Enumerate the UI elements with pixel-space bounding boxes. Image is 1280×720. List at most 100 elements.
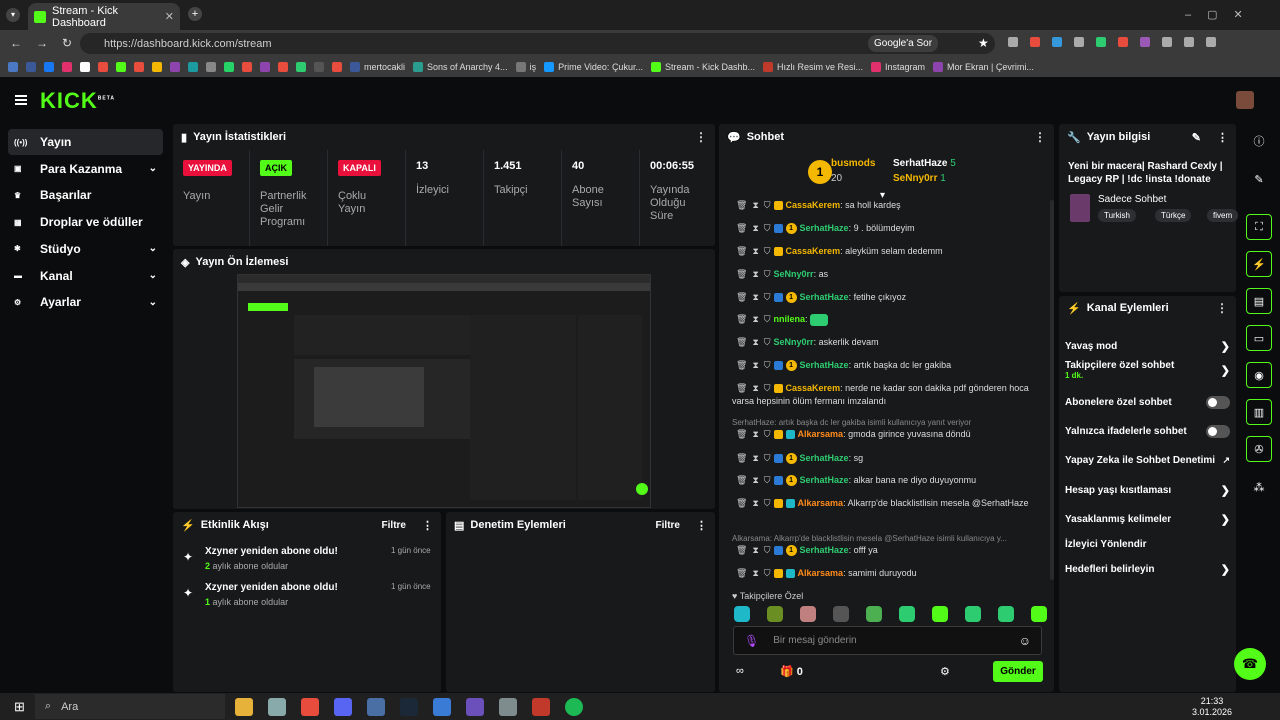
bookmark-icon[interactable] bbox=[278, 62, 288, 72]
delete-icon[interactable]: 🗑 bbox=[736, 200, 747, 210]
chat-username[interactable]: SeNny0rr bbox=[774, 337, 814, 347]
bookmark-icon[interactable] bbox=[332, 62, 342, 72]
emote-icon[interactable] bbox=[965, 606, 981, 622]
chevron-down-icon[interactable]: ⌄ bbox=[149, 163, 157, 174]
timeout-icon[interactable]: ⧗ bbox=[752, 498, 758, 508]
gift-count[interactable]: 🎁 0 bbox=[780, 665, 803, 678]
sidebar-item-3[interactable]: ▦ Droplar ve ödüller bbox=[8, 209, 163, 235]
chat-username[interactable]: SerhatHaze bbox=[800, 475, 849, 485]
chat-message[interactable]: 🗑 ⧗ ⛉ 1 SerhatHaze: alkar bana ne diyo duyuy… bbox=[732, 474, 1052, 487]
bookmark-icon[interactable] bbox=[80, 62, 90, 72]
timeout-icon[interactable]: ⧗ bbox=[752, 223, 758, 233]
moderation-more-icon[interactable]: ⋮ bbox=[696, 519, 707, 532]
broadcast-icon[interactable]: ◉ bbox=[1246, 362, 1272, 388]
bookmark-item[interactable]: Stream - Kick Dashb... bbox=[650, 62, 755, 72]
channel-action-row[interactable]: Hedefleri belirleyin ❯ bbox=[1065, 559, 1230, 579]
chat-username[interactable]: SerhatHaze bbox=[800, 360, 849, 370]
delete-icon[interactable]: 🗑 bbox=[736, 223, 747, 233]
taskbar-apps[interactable] bbox=[234, 697, 583, 716]
bookmark-icon[interactable] bbox=[314, 62, 324, 72]
timeout-icon[interactable]: ⧗ bbox=[752, 292, 758, 302]
chat-message[interactable]: 🗑 ⧗ ⛉ 1 SerhatHaze: sg bbox=[732, 452, 1052, 465]
emoji-icon[interactable]: ☺ bbox=[1019, 634, 1031, 648]
delete-icon[interactable]: 🗑 bbox=[736, 498, 747, 508]
timeout-icon[interactable]: ⧗ bbox=[752, 337, 758, 347]
menu-icon[interactable] bbox=[15, 95, 27, 105]
bookmark-item[interactable]: Instagram bbox=[871, 62, 925, 72]
info-icon[interactable]: ⓘ bbox=[1246, 128, 1272, 154]
info-more-icon[interactable]: ⋮ bbox=[1217, 131, 1228, 144]
chevron-right-icon[interactable]: ❯ bbox=[1221, 364, 1230, 377]
chat-username[interactable]: SeNny0rr bbox=[774, 269, 814, 279]
emote-icon[interactable] bbox=[767, 606, 783, 622]
sidebar-item-4[interactable]: ✱ Stüdyo ⌄ bbox=[8, 236, 163, 262]
ban-icon[interactable]: ⛉ bbox=[764, 475, 771, 485]
actions-more-icon[interactable]: ⋮ bbox=[1216, 301, 1228, 315]
timeout-icon[interactable]: ⧗ bbox=[752, 200, 758, 210]
chat-username[interactable]: Alkarsama bbox=[798, 429, 844, 439]
channel-action-row[interactable]: Abonelere özel sohbet bbox=[1065, 392, 1230, 412]
timeout-icon[interactable]: ⧗ bbox=[752, 453, 758, 463]
delete-icon[interactable]: 🗑 bbox=[736, 453, 747, 463]
document-icon[interactable]: ▤ bbox=[1246, 288, 1272, 314]
ban-icon[interactable]: ⛉ bbox=[764, 314, 771, 324]
chat-input[interactable]: 🎙 Bir mesaj gönderin ☺ bbox=[733, 626, 1042, 655]
send-button[interactable]: Gönder bbox=[993, 661, 1043, 682]
pencil-icon[interactable]: ✎ bbox=[1246, 166, 1272, 192]
emote-icon[interactable] bbox=[800, 606, 816, 622]
bookmark-icon[interactable] bbox=[188, 62, 198, 72]
chat-bubble-icon[interactable]: ▭ bbox=[1246, 325, 1272, 351]
ban-icon[interactable]: ⛉ bbox=[764, 337, 771, 347]
sidebar-item-0[interactable]: ((•)) Yayın bbox=[8, 129, 163, 155]
chat-more-icon[interactable]: ⋮ bbox=[1034, 130, 1046, 144]
mic-icon[interactable]: 🎙 bbox=[744, 634, 759, 648]
taskbar-search[interactable]: ⌕ Ara bbox=[34, 694, 225, 719]
stream-tag[interactable]: Turkish bbox=[1098, 209, 1136, 222]
chat-username[interactable]: SerhatHaze bbox=[800, 223, 849, 233]
extension-icons[interactable] bbox=[1008, 37, 1248, 49]
bookmark-star-icon[interactable]: ★ bbox=[978, 36, 989, 50]
chevron-right-icon[interactable]: ❯ bbox=[1221, 340, 1230, 353]
activity-more-icon[interactable]: ⋮ bbox=[422, 519, 433, 532]
channel-action-row[interactable]: İzleyici Yönlendir bbox=[1065, 534, 1230, 554]
kick-logo[interactable]: KICKBETA bbox=[40, 88, 115, 114]
timeout-icon[interactable]: ⧗ bbox=[752, 383, 758, 393]
tab-search-icon[interactable]: ▾ bbox=[6, 8, 20, 22]
delete-icon[interactable]: 🗑 bbox=[736, 429, 747, 439]
sidebar-item-5[interactable]: ▬ Kanal ⌄ bbox=[8, 263, 163, 289]
sidebar-item-1[interactable]: ▣ Para Kazanma ⌄ bbox=[8, 156, 163, 182]
timeout-icon[interactable]: ⧗ bbox=[752, 246, 758, 256]
emote-icon[interactable] bbox=[932, 606, 948, 622]
chevron-right-icon[interactable]: ❯ bbox=[1221, 513, 1230, 526]
chat-username[interactable]: CassaKerem bbox=[786, 200, 841, 210]
sidebar-item-6[interactable]: ⚙ Ayarlar ⌄ bbox=[8, 289, 163, 315]
bookmark-icon[interactable] bbox=[152, 62, 162, 72]
users-icon[interactable]: ⁂ bbox=[1246, 474, 1272, 500]
ban-icon[interactable]: ⛉ bbox=[764, 568, 771, 578]
chevron-down-icon[interactable]: ⌄ bbox=[149, 243, 157, 254]
chat-message[interactable]: 🗑 ⧗ ⛉ CassaKerem: sa holl kardeş bbox=[732, 199, 1052, 212]
top-user-1[interactable]: busmods bbox=[831, 158, 875, 169]
emote-icon[interactable] bbox=[734, 606, 750, 622]
chat-message[interactable]: 🗑 ⧗ ⛉ SeNny0rr: as bbox=[732, 268, 1052, 281]
channel-action-row[interactable]: Yavaş mod ❯ bbox=[1065, 336, 1230, 356]
chat-message[interactable]: 🗑 ⧗ ⛉ 1 SerhatHaze: offf ya bbox=[732, 544, 1052, 557]
bookmark-item[interactable]: iş bbox=[515, 62, 536, 72]
ban-icon[interactable]: ⛉ bbox=[764, 246, 771, 256]
emote-icon[interactable] bbox=[1031, 606, 1047, 622]
bookmark-item[interactable]: mertocakli bbox=[350, 62, 405, 72]
browser-tab[interactable]: Stream - Kick Dashboard ✕ bbox=[28, 3, 180, 30]
lightning-icon[interactable]: ⚡ bbox=[1246, 251, 1272, 277]
ban-icon[interactable]: ⛉ bbox=[764, 269, 771, 279]
chat-username[interactable]: CassaKerem bbox=[786, 246, 841, 256]
bookmark-icon[interactable] bbox=[116, 62, 126, 72]
ban-icon[interactable]: ⛉ bbox=[764, 292, 771, 302]
delete-icon[interactable]: 🗑 bbox=[736, 337, 747, 347]
ban-icon[interactable]: ⛉ bbox=[764, 498, 771, 508]
top-user-3[interactable]: SeNny0rr 1 bbox=[893, 173, 946, 184]
chat-message[interactable]: 🗑 ⧗ ⛉ 1 SerhatHaze: 9 . bölümdeyim bbox=[732, 222, 1052, 235]
ban-icon[interactable]: ⛉ bbox=[764, 545, 771, 555]
chat-username[interactable]: SerhatHaze bbox=[800, 453, 849, 463]
timeout-icon[interactable]: ⧗ bbox=[752, 545, 758, 555]
chat-username[interactable]: SerhatHaze bbox=[800, 545, 849, 555]
